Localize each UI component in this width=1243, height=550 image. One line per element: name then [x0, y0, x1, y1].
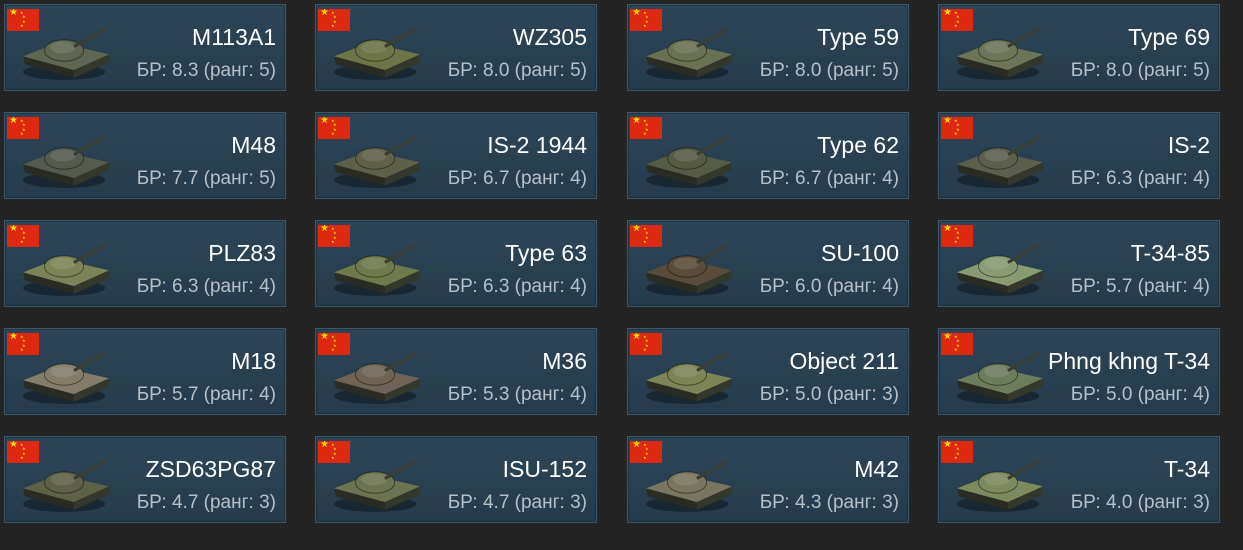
- vehicle-card[interactable]: ★ ★ ★ ★ ★ M42 БР: 4.3 (ранг: 3): [627, 436, 909, 523]
- battle-rating: БР: 8.0 (ранг: 5): [1070, 60, 1210, 81]
- vehicle-name: ISU-152: [502, 456, 587, 482]
- vehicle-name: Type 59: [817, 24, 899, 50]
- china-flag-icon: ★ ★ ★ ★ ★: [941, 333, 973, 355]
- battle-rating: БР: 5.0 (ранг: 4): [1070, 384, 1210, 405]
- vehicle-name: Type 62: [817, 132, 899, 158]
- china-flag-icon: ★ ★ ★ ★ ★: [7, 117, 39, 139]
- vehicle-name: Phng khng T-34: [1048, 348, 1210, 374]
- china-flag-icon: ★ ★ ★ ★ ★: [7, 333, 39, 355]
- vehicle-card[interactable]: ★ ★ ★ ★ ★ IS-2 1944 БР: 6.7 (ранг: 4): [315, 112, 597, 199]
- battle-rating: БР: 4.0 (ранг: 3): [1070, 492, 1210, 513]
- vehicle-card[interactable]: ★ ★ ★ ★ ★ M18 БР: 5.7 (ранг: 4): [4, 328, 286, 415]
- vehicle-card[interactable]: ★ ★ ★ ★ ★ M48 БР: 7.7 (ранг: 5): [4, 112, 286, 199]
- battle-rating: БР: 6.3 (ранг: 4): [1070, 168, 1210, 189]
- battle-rating: БР: 6.3 (ранг: 4): [447, 276, 587, 297]
- vehicle-card[interactable]: ★ ★ ★ ★ ★ Object 211 БР: 5.0 (ранг: 3): [627, 328, 909, 415]
- vehicle-card[interactable]: ★ ★ ★ ★ ★ Phng khng T-34 БР: 5.0 (ранг: 4): [938, 328, 1220, 415]
- vehicle-card[interactable]: ★ ★ ★ ★ ★ T-34 БР: 4.0 (ранг: 3): [938, 436, 1220, 523]
- vehicle-name: IS-2: [1167, 132, 1210, 158]
- china-flag-icon: ★ ★ ★ ★ ★: [318, 225, 350, 247]
- battle-rating: БР: 6.7 (ранг: 4): [759, 168, 899, 189]
- vehicle-card[interactable]: ★ ★ ★ ★ ★ PLZ83 БР: 6.3 (ранг: 4): [4, 220, 286, 307]
- china-flag-icon: ★ ★ ★ ★ ★: [630, 225, 662, 247]
- china-flag-icon: ★ ★ ★ ★ ★: [7, 441, 39, 463]
- vehicle-card[interactable]: ★ ★ ★ ★ ★ Type 63 БР: 6.3 (ранг: 4): [315, 220, 597, 307]
- china-flag-icon: ★ ★ ★ ★ ★: [318, 441, 350, 463]
- vehicle-card[interactable]: ★ ★ ★ ★ ★ WZ305 БР: 8.0 (ранг: 5): [315, 4, 597, 91]
- battle-rating: БР: 8.0 (ранг: 5): [447, 60, 587, 81]
- battle-rating: БР: 5.3 (ранг: 4): [447, 384, 587, 405]
- china-flag-icon: ★ ★ ★ ★ ★: [318, 9, 350, 31]
- china-flag-icon: ★ ★ ★ ★ ★: [941, 225, 973, 247]
- vehicle-name: ZSD63PG87: [145, 456, 276, 482]
- vehicle-name: M42: [854, 456, 899, 482]
- vehicle-name: M113A1: [192, 24, 276, 50]
- vehicle-name: M48: [231, 132, 276, 158]
- vehicle-name: Type 69: [1128, 24, 1210, 50]
- china-flag-icon: ★ ★ ★ ★ ★: [941, 441, 973, 463]
- vehicle-card[interactable]: ★ ★ ★ ★ ★ ISU-152 БР: 4.7 (ранг: 3): [315, 436, 597, 523]
- china-flag-icon: ★ ★ ★ ★ ★: [7, 9, 39, 31]
- vehicle-card[interactable]: ★ ★ ★ ★ ★ Type 59 БР: 8.0 (ранг: 5): [627, 4, 909, 91]
- vehicle-card[interactable]: ★ ★ ★ ★ ★ Type 62 БР: 6.7 (ранг: 4): [627, 112, 909, 199]
- vehicle-card[interactable]: ★ ★ ★ ★ ★ Type 69 БР: 8.0 (ранг: 5): [938, 4, 1220, 91]
- vehicle-card[interactable]: ★ ★ ★ ★ ★ SU-100 БР: 6.0 (ранг: 4): [627, 220, 909, 307]
- battle-rating: БР: 4.7 (ранг: 3): [136, 492, 276, 513]
- china-flag-icon: ★ ★ ★ ★ ★: [941, 9, 973, 31]
- vehicle-name: PLZ83: [208, 240, 276, 266]
- vehicle-name: Object 211: [789, 348, 899, 374]
- vehicle-card[interactable]: ★ ★ ★ ★ ★ M113A1 БР: 8.3 (ранг: 5): [4, 4, 286, 91]
- china-flag-icon: ★ ★ ★ ★ ★: [630, 9, 662, 31]
- china-flag-icon: ★ ★ ★ ★ ★: [630, 441, 662, 463]
- battle-rating: БР: 5.7 (ранг: 4): [1070, 276, 1210, 297]
- china-flag-icon: ★ ★ ★ ★ ★: [630, 117, 662, 139]
- vehicle-card[interactable]: ★ ★ ★ ★ ★ T-34-85 БР: 5.7 (ранг: 4): [938, 220, 1220, 307]
- battle-rating: БР: 6.0 (ранг: 4): [759, 276, 899, 297]
- china-flag-icon: ★ ★ ★ ★ ★: [941, 117, 973, 139]
- vehicle-name: WZ305: [512, 24, 587, 50]
- vehicle-name: Type 63: [505, 240, 587, 266]
- battle-rating: БР: 5.7 (ранг: 4): [136, 384, 276, 405]
- battle-rating: БР: 6.3 (ранг: 4): [136, 276, 276, 297]
- battle-rating: БР: 4.3 (ранг: 3): [759, 492, 899, 513]
- battle-rating: БР: 8.0 (ранг: 5): [759, 60, 899, 81]
- vehicle-name: T-34: [1163, 456, 1210, 482]
- battle-rating: БР: 6.7 (ранг: 4): [447, 168, 587, 189]
- vehicle-name: M18: [231, 348, 276, 374]
- battle-rating: БР: 5.0 (ранг: 3): [759, 384, 899, 405]
- vehicle-name: M36: [542, 348, 587, 374]
- battle-rating: БР: 8.3 (ранг: 5): [136, 60, 276, 81]
- china-flag-icon: ★ ★ ★ ★ ★: [318, 333, 350, 355]
- battle-rating: БР: 7.7 (ранг: 5): [136, 168, 276, 189]
- vehicle-name: T-34-85: [1130, 240, 1210, 266]
- china-flag-icon: ★ ★ ★ ★ ★: [630, 333, 662, 355]
- vehicle-name: SU-100: [821, 240, 899, 266]
- china-flag-icon: ★ ★ ★ ★ ★: [7, 225, 39, 247]
- china-flag-icon: ★ ★ ★ ★ ★: [318, 117, 350, 139]
- vehicle-grid: ★ ★ ★ ★ ★ M113A1 БР: 8.3 (ранг: 5) ★ ★ ★ ★ ★ WZ305 БР…: [0, 0, 1243, 550]
- vehicle-card[interactable]: ★ ★ ★ ★ ★ IS-2 БР: 6.3 (ранг: 4): [938, 112, 1220, 199]
- battle-rating: БР: 4.7 (ранг: 3): [447, 492, 587, 513]
- vehicle-card[interactable]: ★ ★ ★ ★ ★ ZSD63PG87 БР: 4.7 (ранг: 3): [4, 436, 286, 523]
- vehicle-card[interactable]: ★ ★ ★ ★ ★ M36 БР: 5.3 (ранг: 4): [315, 328, 597, 415]
- vehicle-name: IS-2 1944: [487, 132, 587, 158]
